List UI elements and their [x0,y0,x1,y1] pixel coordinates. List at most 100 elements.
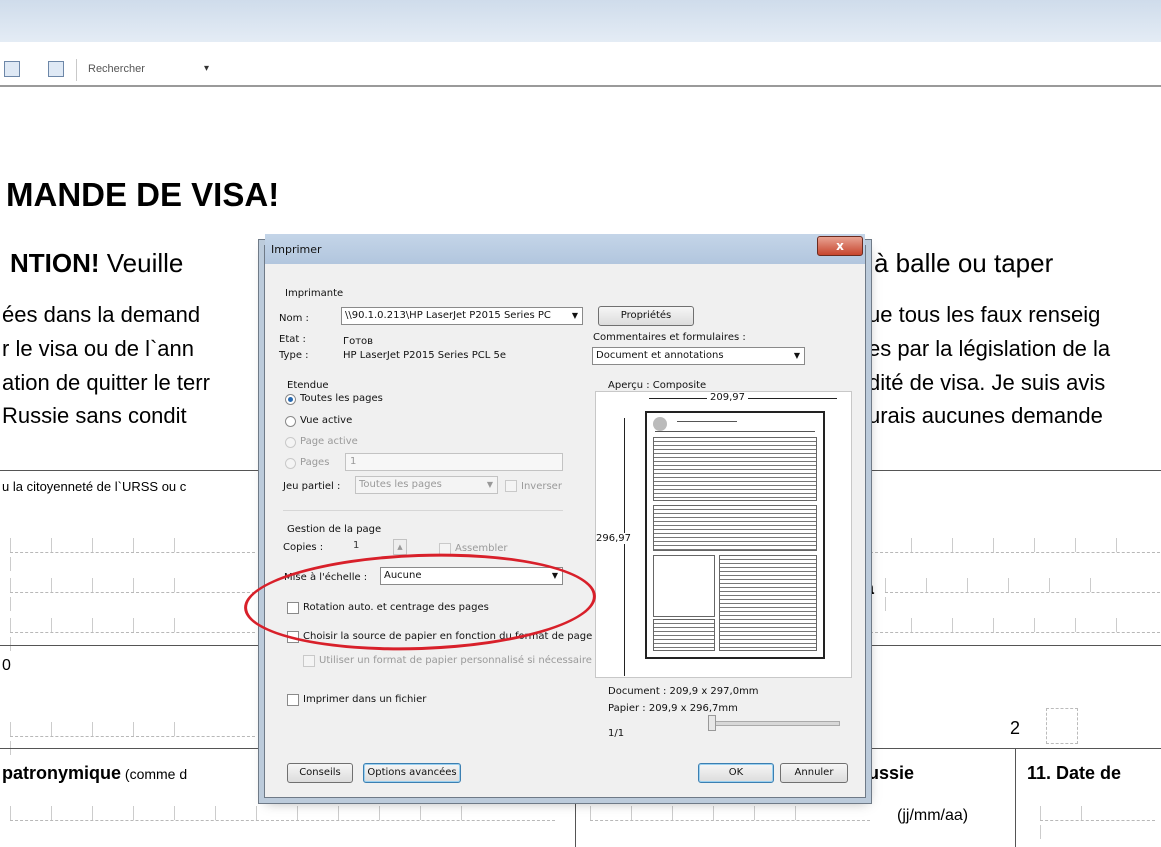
comments-select-value: Document et annotations [596,350,724,361]
thumb-line [677,421,737,422]
range-pages-label: Pages [300,457,330,468]
height-dimension-line [624,418,625,676]
page-slider-thumb[interactable] [708,715,716,731]
ok-button[interactable]: OK [698,763,774,783]
date-header: 11. Date de [1027,763,1122,783]
thumb-block [719,555,817,651]
comments-select[interactable]: Document et annotations ▼ [592,347,805,365]
input-dots [590,806,870,821]
doc-line-left-1: ées dans la demand [2,302,201,327]
input-dots [1040,806,1155,839]
input-dots [870,538,1160,553]
paper-size: Papier : 209,9 x 296,7mm [608,703,738,714]
page-slider[interactable] [708,721,840,726]
copies-input[interactable]: 1 [349,538,391,554]
chevron-down-icon: ▼ [571,311,578,320]
dialog-title-bar: Imprimer [265,234,865,264]
field-number: 0 [2,657,11,674]
input-dots [870,618,1160,633]
attention-line: NTION! Veuille [10,248,183,279]
advanced-options-button[interactable]: Options avancées [363,763,461,783]
close-button[interactable]: x [817,236,863,256]
page-handling-label: Gestion de la page [287,524,382,535]
dialog-title: Imprimer [271,243,322,256]
doc-line-left-3: ation de quitter le terr [2,370,210,395]
printer-select[interactable]: \\90.1.0.213\HP LaserJet P2015 Series PC… [341,307,583,325]
comments-label: Commentaires et formulaires : [593,332,746,343]
range-pages-radio[interactable] [285,458,296,469]
thumb-block [653,437,817,501]
reverse-label: Inverser [521,481,562,492]
width-dimension: 209,97 [707,392,748,403]
range-group-label: Etendue [287,380,329,391]
search-field[interactable]: Rechercher [82,60,208,78]
russia-header: ussie [868,763,915,783]
printer-select-value: \\90.1.0.213\HP LaserJet P2015 Series PC [345,310,551,321]
input-dots [10,578,255,611]
input-dots [10,722,255,755]
input-dots [10,538,255,571]
document-size: Document : 209,9 x 297,0mm [608,686,759,697]
emblem-icon [653,417,667,431]
page-counter: 1/1 [608,728,625,739]
doc-line-left-4: Russie sans condit [2,403,187,428]
search-dropdown-icon[interactable]: ▾ [204,60,209,78]
doc-line-right-2: es par la législation de la [868,336,1111,361]
chevron-down-icon: ▼ [486,480,493,489]
copies-label: Copies : [283,542,324,553]
reverse-checkbox[interactable] [505,480,517,492]
range-all-radio[interactable] [285,394,296,405]
thumb-block [653,619,715,651]
input-dots [10,806,555,821]
attention-bold: NTION! [10,248,100,278]
custom-paper-checkbox[interactable] [303,655,315,667]
properties-button[interactable]: Propriétés [598,306,694,326]
column-divider [1015,748,1016,847]
toolbar: Rechercher ▾ [0,55,1161,87]
page-view-icon[interactable] [4,61,20,77]
type-value: HP LaserJet P2015 Series PCL 5e [343,350,506,361]
state-value: Готов [343,336,374,347]
separator [283,510,563,511]
document-title: MANDE DE VISA! [6,176,280,213]
doc-line-right-4: urais aucunes demande [868,403,1103,428]
patronymic-note: (comme d [121,766,188,782]
thumb-photo-box [653,555,715,617]
window-title-bar [0,0,1161,42]
input-dots [885,578,1160,611]
preview-label: Aperçu : Composite [608,380,707,391]
doc-line-right-3: dité de visa. Je suis avis [868,370,1106,395]
printer-name-label: Nom : [279,313,309,324]
height-dimension: 296,97 [596,533,631,544]
citizenship-label: u la citoyenneté de l`URSS ou c [2,479,187,494]
subset-select-value: Toutes les pages [359,479,442,490]
chevron-down-icon: ▼ [793,351,800,360]
print-to-file-checkbox[interactable] [287,694,299,706]
collate-label: Assembler [455,543,508,554]
pages-input[interactable]: 1 [345,453,563,471]
type-label: Type : [279,350,309,361]
print-dialog: Imprimer x Imprimante Nom : \\90.1.0.213… [264,234,866,798]
range-view-label: Vue active [300,415,353,426]
range-page-label: Page active [300,436,358,447]
copies-stepper[interactable]: ▲ [393,539,407,555]
subset-select[interactable]: Toutes les pages ▼ [355,476,498,494]
toolbar-separator [76,59,77,81]
range-all-label: Toutes les pages [300,393,383,404]
subset-label: Jeu partiel : [283,481,341,492]
range-page-radio[interactable] [285,437,296,448]
input-dots [10,618,255,651]
date-format: (jj/mm/aa) [897,807,969,824]
fit-page-icon[interactable] [48,61,64,77]
cancel-button[interactable]: Annuler [780,763,848,783]
range-view-radio[interactable] [285,416,296,427]
doc-line-left-2: r le visa ou de l`ann [2,336,194,361]
doc-line-right-1: ue tous les faux renseig [868,302,1101,327]
patronymic-header: patronymique (comme d [2,763,187,784]
digit-box [1046,708,1078,744]
printer-group-label: Imprimante [285,288,344,299]
thumb-line [655,431,815,432]
tips-button[interactable]: Conseils [287,763,353,783]
patronymic-bold: patronymique [2,763,122,783]
column-divider [575,796,576,847]
